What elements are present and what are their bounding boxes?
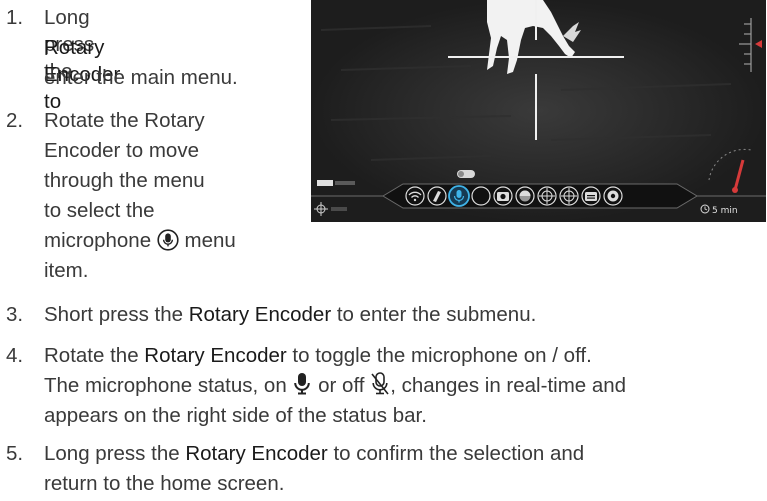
step-5-text-a: Long press the bbox=[44, 442, 186, 465]
step-4-text-a: Rotate the bbox=[44, 344, 145, 367]
battery-icon bbox=[317, 180, 333, 186]
step-5-text-b: to confirm the selection and bbox=[327, 442, 585, 465]
step-4-line-2: The microphone status, on or off , chang… bbox=[44, 372, 626, 399]
step-3-text-b: to enter the submenu. bbox=[331, 303, 537, 326]
step-2-line-1: Rotate the Rotary bbox=[44, 109, 205, 132]
step-number: 1. bbox=[6, 6, 24, 29]
step-4-text-b: to toggle the microphone on / off. bbox=[286, 344, 592, 367]
step-number: 2. bbox=[6, 109, 24, 132]
step-4-line-1: Rotate the Rotary Encoder to toggle the … bbox=[44, 342, 592, 369]
microphone-circle-icon bbox=[157, 229, 179, 251]
step-1-line-3: enter the main menu. bbox=[44, 66, 238, 89]
step-2-microphone-word: microphone bbox=[44, 229, 152, 252]
reticle-zeroing-icon bbox=[537, 186, 557, 206]
thermal-scene: 5 min bbox=[311, 0, 766, 222]
step-number: 5. bbox=[6, 442, 24, 465]
rotary-encoder-term: Rotary Encoder bbox=[144, 344, 287, 367]
step-number: 3. bbox=[6, 303, 24, 326]
step-5-line-2: return to the home screen. bbox=[44, 472, 285, 495]
step-3-text-a: Short press the bbox=[44, 303, 189, 326]
step-4-line-2-a: The microphone status, on bbox=[44, 374, 287, 397]
step-2-line-4: to select the bbox=[44, 199, 155, 222]
reticle-icon bbox=[559, 186, 579, 206]
rotary-encoder-term: Rotary Encoder bbox=[188, 303, 332, 326]
step-4-line-2-c: , changes in real-time and bbox=[390, 374, 627, 397]
rotary-encoder-term: Rotary Encoder bbox=[185, 442, 328, 465]
step-4-line-3: appears on the right side of the status … bbox=[44, 404, 427, 427]
microphone-off-icon bbox=[371, 372, 389, 395]
microphone-on-icon bbox=[294, 373, 311, 395]
step-2-line-2: Encoder to move bbox=[44, 139, 199, 162]
step-2-menu-word: menu bbox=[184, 229, 236, 252]
step-4-line-2-b: or off bbox=[318, 374, 365, 397]
thermal-scope-screenshot: 5 min bbox=[311, 0, 766, 222]
step-2-line-3: through the menu bbox=[44, 169, 205, 192]
timer-label: 5 min bbox=[712, 206, 738, 216]
step-2-line-6: item. bbox=[44, 259, 89, 282]
step-5-line-1: Long press the Rotary Encoder to confirm… bbox=[44, 440, 584, 467]
step-3-text: Short press the Rotary Encoder to enter … bbox=[44, 301, 536, 328]
step-2-line-5: microphone menu bbox=[44, 227, 236, 254]
microphone-icon bbox=[448, 185, 470, 207]
step-number: 4. bbox=[6, 344, 24, 367]
